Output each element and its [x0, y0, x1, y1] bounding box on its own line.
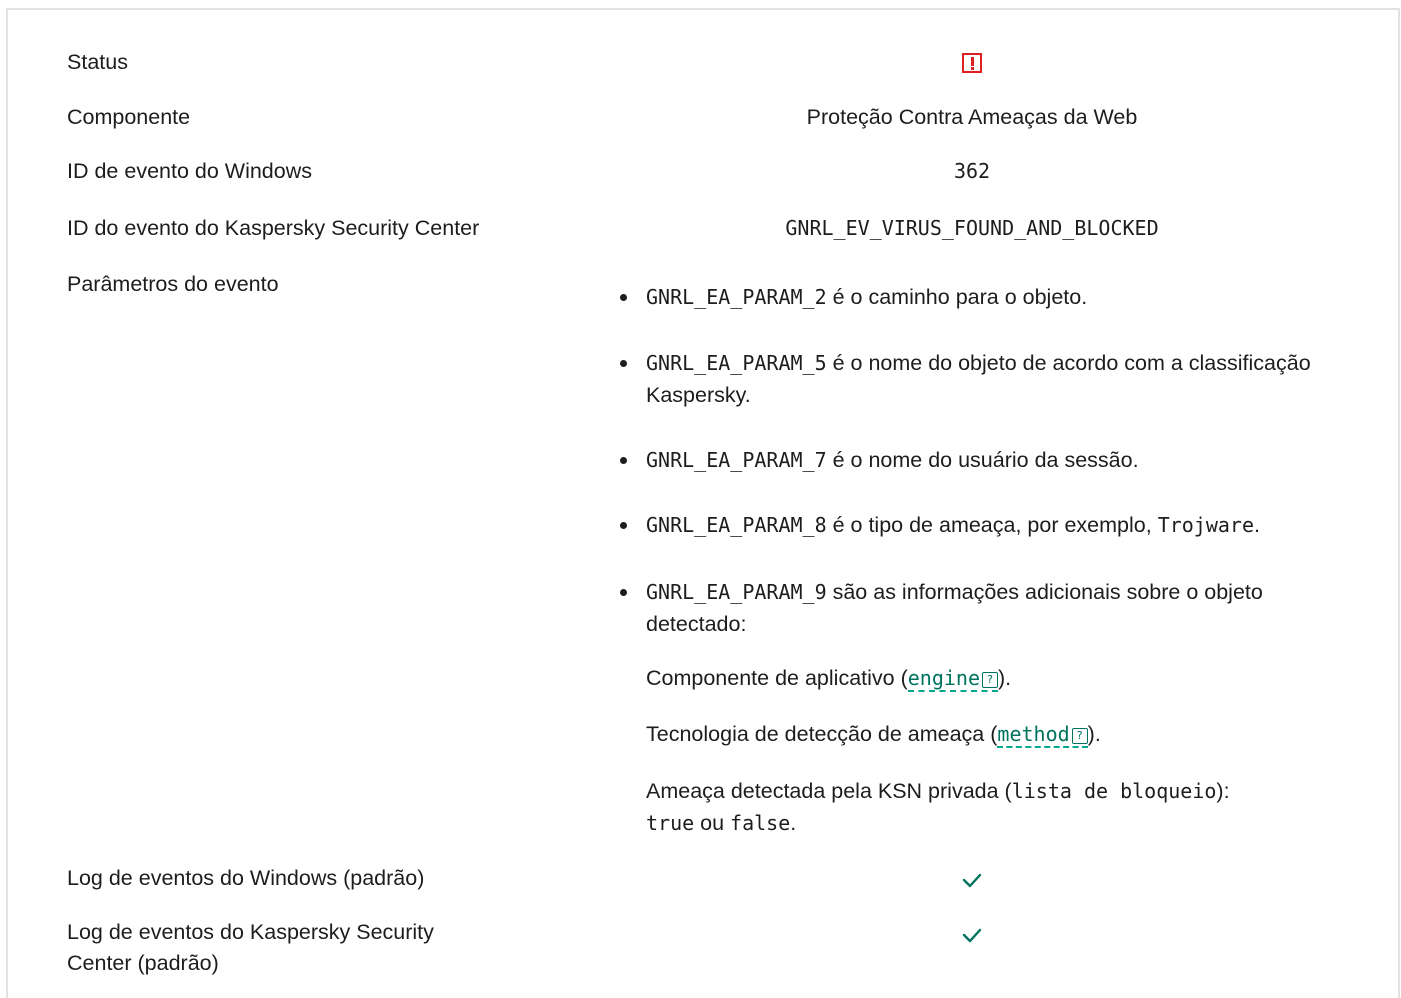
bullet-icon [620, 294, 627, 301]
param-item: GNRL_EA_PARAM_9 são as informações adici… [646, 576, 1346, 640]
value-component: Proteção Contra Ameaças da Web [806, 105, 1138, 129]
detail-method-prefix: Tecnologia de detecção de ameaça ( [646, 722, 998, 746]
detail-ksn: Ameaça detectada pela KSN privada (lista… [646, 775, 1346, 839]
param-code: GNRL_EA_PARAM_5 [646, 351, 827, 375]
bullet-icon [620, 457, 627, 464]
param-text: é o nome do usuário da sessão. [826, 448, 1139, 472]
detail-method: Tecnologia de detecção de ameaça (method… [646, 718, 1346, 750]
warning-icon [962, 53, 982, 74]
detail-ksn-prefix: Ameaça detectada pela KSN privada ( [646, 779, 1012, 803]
checkmark-icon [962, 873, 982, 888]
label-ksc-log: Log de eventos do Kaspersky Security Cen… [67, 917, 434, 979]
detail-engine-prefix: Componente de aplicativo ( [646, 666, 908, 690]
bullet-icon [620, 522, 627, 529]
value-status [560, 47, 1384, 78]
param-code: GNRL_EA_PARAM_9 [646, 580, 827, 604]
checkmark-icon [962, 928, 982, 943]
label-ksc-event-id: ID do evento do Kaspersky Security Cente… [67, 216, 480, 240]
value-windows-event-id: 362 [953, 159, 991, 183]
label-windows-log: Log de eventos do Windows (padrão) [67, 866, 425, 890]
param-code: GNRL_EA_PARAM_8 [646, 513, 827, 537]
param-code: GNRL_EA_PARAM_2 [646, 285, 827, 309]
detail-ksn-suffix: . [790, 811, 797, 835]
param-example: Trojware [1157, 513, 1255, 537]
param-text: é o tipo de ameaça, por exemplo, [826, 513, 1158, 537]
label-component: Componente [67, 105, 191, 129]
label-event-params: Parâmetros do evento [67, 272, 279, 296]
label-ksc-log-line1: Log de eventos do Kaspersky Security [67, 920, 434, 944]
detail-ksn-code: lista de bloqueio [1011, 779, 1217, 803]
param-item: GNRL_EA_PARAM_5 é o nome do objeto de ac… [646, 347, 1346, 411]
term-method-text[interactable]: method [997, 722, 1069, 746]
param-suffix: . [1254, 513, 1260, 537]
label-windows-event-id: ID de evento do Windows [67, 159, 312, 183]
term-method-link[interactable]: method? [997, 722, 1088, 748]
detail-ksn-false: false [730, 811, 791, 835]
param-code: GNRL_EA_PARAM_7 [646, 448, 827, 472]
detail-ksn-or: ou [694, 811, 731, 835]
param-item: GNRL_EA_PARAM_2 é o caminho para o objet… [646, 281, 1346, 313]
detail-method-suffix: ). [1087, 722, 1101, 746]
help-icon[interactable]: ? [982, 672, 998, 688]
param-item: GNRL_EA_PARAM_8 é o tipo de ameaça, por … [646, 509, 1346, 541]
label-ksc-log-line2: Center (padrão) [67, 951, 219, 975]
detail-ksn-true: true [646, 811, 695, 835]
detail-engine: Componente de aplicativo (engine?). [646, 662, 1346, 694]
param-item: GNRL_EA_PARAM_7 é o nome do usuário da s… [646, 444, 1346, 476]
label-status: Status [67, 50, 128, 74]
detail-engine-suffix: ). [998, 666, 1012, 690]
term-engine-link[interactable]: engine? [907, 666, 998, 692]
value-ksc-event-id: GNRL_EV_VIRUS_FOUND_AND_BLOCKED [785, 216, 1159, 240]
detail-ksn-after: ): [1216, 779, 1230, 803]
help-icon[interactable]: ? [1071, 728, 1088, 744]
param-text: é o caminho para o objeto. [826, 285, 1088, 309]
term-engine-text[interactable]: engine [908, 666, 980, 690]
bullet-icon [620, 589, 627, 596]
bullet-icon [620, 360, 627, 367]
